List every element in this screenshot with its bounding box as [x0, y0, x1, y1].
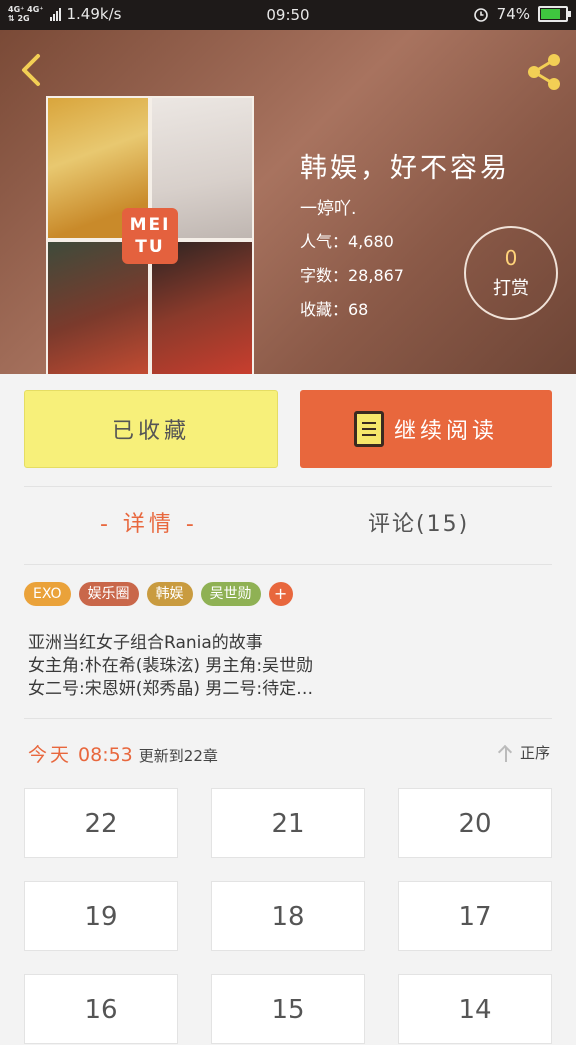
favorited-button[interactable]: 已收藏 [24, 390, 278, 468]
book-icon [353, 411, 384, 447]
divider [24, 718, 552, 719]
chapter-item[interactable]: 16 [24, 974, 178, 1044]
tag[interactable]: EXO [24, 582, 71, 606]
word-count: 字数：28,867 [300, 266, 404, 285]
chapter-item[interactable]: 19 [24, 881, 178, 951]
reward-label: 打赏 [493, 278, 529, 299]
chapter-item[interactable]: 15 [211, 974, 365, 1044]
tag[interactable]: 韩娱 [146, 582, 193, 606]
back-icon[interactable] [14, 50, 54, 90]
add-tag-button[interactable]: + [268, 582, 293, 606]
book-author: 一婷吖. [300, 199, 357, 219]
book-header: MEI TU 韩娱，好不容易 一婷吖. 人气：4,680 字数：28,867 收… [0, 30, 576, 374]
status-bar: 4G⁺ 4G⁺ ⇅ 2G 1.49k/s 09:50 74% [0, 0, 576, 30]
tab-detail[interactable]: - 详情 - [100, 506, 198, 538]
book-cover: MEI TU [46, 96, 254, 374]
tab-comments[interactable]: 评论(15) [368, 506, 469, 538]
divider [24, 564, 552, 565]
update-time: 08:53 [78, 744, 133, 766]
sort-label: 正序 [519, 744, 550, 762]
continue-reading-label: 继续阅读 [393, 419, 498, 444]
popularity: 人气：4,680 [300, 232, 394, 251]
book-title: 韩娱，好不容易 [300, 153, 510, 184]
tag[interactable]: 吴世勋 [200, 582, 261, 606]
chapter-item[interactable]: 17 [398, 881, 552, 951]
book-description[interactable]: 亚洲当红女子组合Rania的故事 女主角:朴在希(裴珠泫) 男主角:吴世勋 女二… [28, 632, 313, 701]
tag[interactable]: 娱乐圈 [78, 582, 139, 606]
cover-logo: MEI TU [122, 208, 178, 264]
favorites-count: 收藏：68 [300, 300, 369, 319]
chapter-item[interactable]: 21 [211, 788, 365, 858]
arrow-up-icon [498, 744, 514, 762]
chapter-item[interactable]: 18 [211, 881, 365, 951]
battery-percent: 74% [496, 5, 530, 23]
share-icon[interactable] [522, 50, 566, 94]
battery-icon [538, 6, 571, 22]
continue-reading-button[interactable]: 继续阅读 [300, 390, 552, 468]
sort-toggle[interactable]: 正序 [498, 742, 550, 763]
reward-button[interactable]: 0 打赏 [464, 226, 558, 320]
tag-list: EXO 娱乐圈 韩娱 吴世勋 + [24, 582, 293, 606]
chapter-item[interactable]: 20 [398, 788, 552, 858]
description-line: 亚洲当红女子组合Rania的故事 [28, 633, 263, 653]
chapter-item[interactable]: 22 [24, 788, 178, 858]
update-info: 今天 08:53 更新到22章 [28, 740, 218, 767]
update-text: 更新到22章 [138, 747, 218, 765]
update-day: 今天 [28, 744, 73, 766]
divider [24, 486, 552, 487]
alarm-icon [473, 8, 488, 22]
description-line: 女二号:宋恩妍(郑秀晶) 男二号:待定… [28, 679, 314, 699]
reward-count: 0 [504, 246, 518, 270]
chapter-item[interactable]: 14 [398, 974, 552, 1044]
description-line: 女主角:朴在希(裴珠泫) 男主角:吴世勋 [28, 656, 314, 676]
